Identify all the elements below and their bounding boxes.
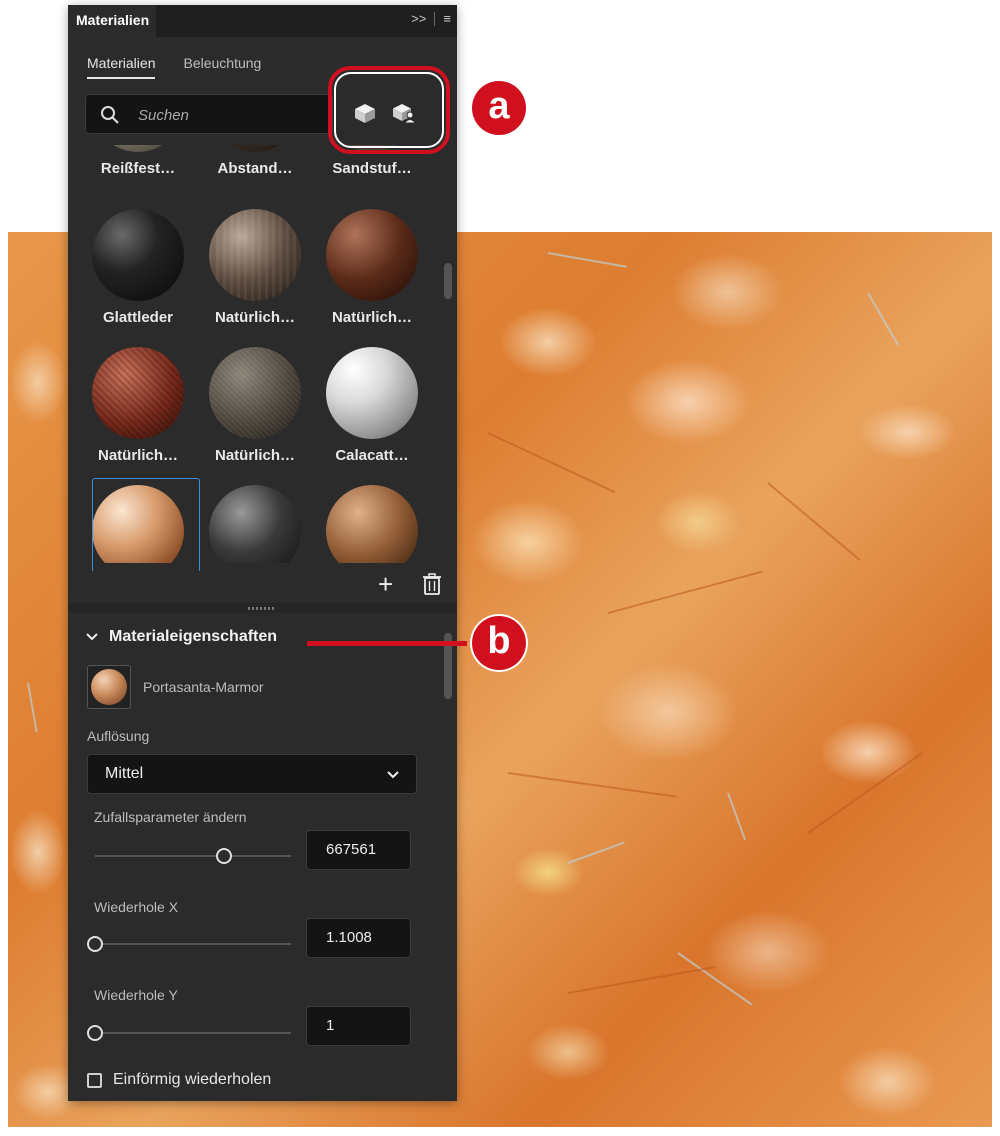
material-sphere-preview [92,347,184,439]
material-tile[interactable]: Reißfest… [84,145,192,177]
search-input[interactable] [136,103,320,127]
repeat-y-slider-handle[interactable] [87,1025,103,1041]
panel-title[interactable]: Materialien [68,5,156,37]
material-sphere-preview [209,485,301,563]
annotation-pointer-line [307,641,467,646]
section-title: Materialeigenschaften [109,628,278,645]
material-sphere-preview [209,209,301,301]
uniform-repeat-row[interactable]: Einförmig wiederholen [87,1071,271,1089]
material-label: Natürlich… [214,447,295,464]
chevron-down-icon [387,771,399,779]
tab-beleuchtung[interactable]: Beleuchtung [183,55,261,79]
tab-materialien[interactable]: Materialien [87,55,156,79]
resolution-label: Auflösung [87,728,150,744]
materials-panel: Materialien >> ≡ Materialien Beleuchtung… [68,5,457,1101]
material-sphere-preview [326,485,418,563]
material-label: Calacatt… [335,447,409,464]
random-param-slider[interactable] [95,855,291,857]
material-sphere-preview [209,347,301,439]
repeat-x-slider[interactable] [95,943,291,945]
panel-menu-icon[interactable]: ≡ [443,11,451,26]
annotation-callout-b: b [472,616,526,670]
material-sphere-preview [92,209,184,301]
material-tile[interactable]: Calacatt… [318,347,426,464]
material-label: Natürlich… [97,447,178,464]
uniform-repeat-label: Einförmig wiederholen [113,1071,272,1088]
separator [434,11,436,26]
material-label: Reißfest… [100,160,176,177]
search-field[interactable] [85,94,333,134]
repeat-x-label: Wiederhole X [94,899,179,915]
material-tile[interactable]: Natürlich… [201,209,309,326]
material-tile[interactable] [201,485,309,563]
material-sphere-preview [326,347,418,439]
material-label: Abstand… [217,160,293,177]
current-material-row: Portasanta-Marmor [87,665,264,709]
delete-material-icon[interactable] [422,573,442,595]
random-param-label: Zufallsparameter ändern [94,809,247,825]
material-label: Glattleder [102,309,174,326]
material-tile[interactable]: Natürlich… [84,347,192,464]
material-tile[interactable]: Glattleder [84,209,192,326]
selected-material-outline [92,478,200,571]
collapse-panel-icon[interactable]: >> [411,11,426,26]
panel-titlebar: Materialien >> ≡ [68,5,457,37]
annotation-highlight-ring [328,66,450,154]
random-param-slider-handle[interactable] [216,848,233,864]
properties-section-header[interactable]: Materialeigenschaften [85,628,277,646]
resize-grip-icon[interactable] [248,607,276,610]
search-icon [101,106,119,124]
material-label: Natürlich… [214,309,295,326]
material-thumbnail [87,665,131,709]
material-label: Sandstuf… [332,160,412,177]
grid-scrollbar[interactable] [444,263,452,299]
random-param-input[interactable]: 667561 [306,830,411,870]
subtabs: Materialien Beleuchtung [87,55,261,79]
material-tile[interactable]: Abstand… [201,145,309,177]
chevron-down-icon[interactable] [85,632,99,642]
material-label: Natürlich… [331,309,412,326]
material-sphere-preview [326,209,418,301]
material-name: Portasanta-Marmor [143,679,264,695]
resolution-dropdown[interactable]: Mittel [87,754,417,794]
repeat-y-input[interactable]: 1 [306,1006,411,1046]
uniform-repeat-checkbox[interactable] [87,1072,102,1088]
repeat-y-label: Wiederhole Y [94,987,178,1003]
annotation-callout-a: a [472,81,526,135]
material-sphere-preview [209,145,301,152]
add-material-button[interactable]: + [378,571,393,597]
resolution-value: Mittel [105,765,144,782]
repeat-x-slider-handle[interactable] [87,936,103,952]
material-tile[interactable]: Natürlich… [201,347,309,464]
repeat-y-slider[interactable] [95,1032,291,1034]
repeat-x-input[interactable]: 1.1008 [306,918,411,958]
material-tile[interactable]: Natürlich… [318,209,426,326]
material-tile[interactable] [318,485,426,563]
material-sphere-preview [92,145,184,152]
